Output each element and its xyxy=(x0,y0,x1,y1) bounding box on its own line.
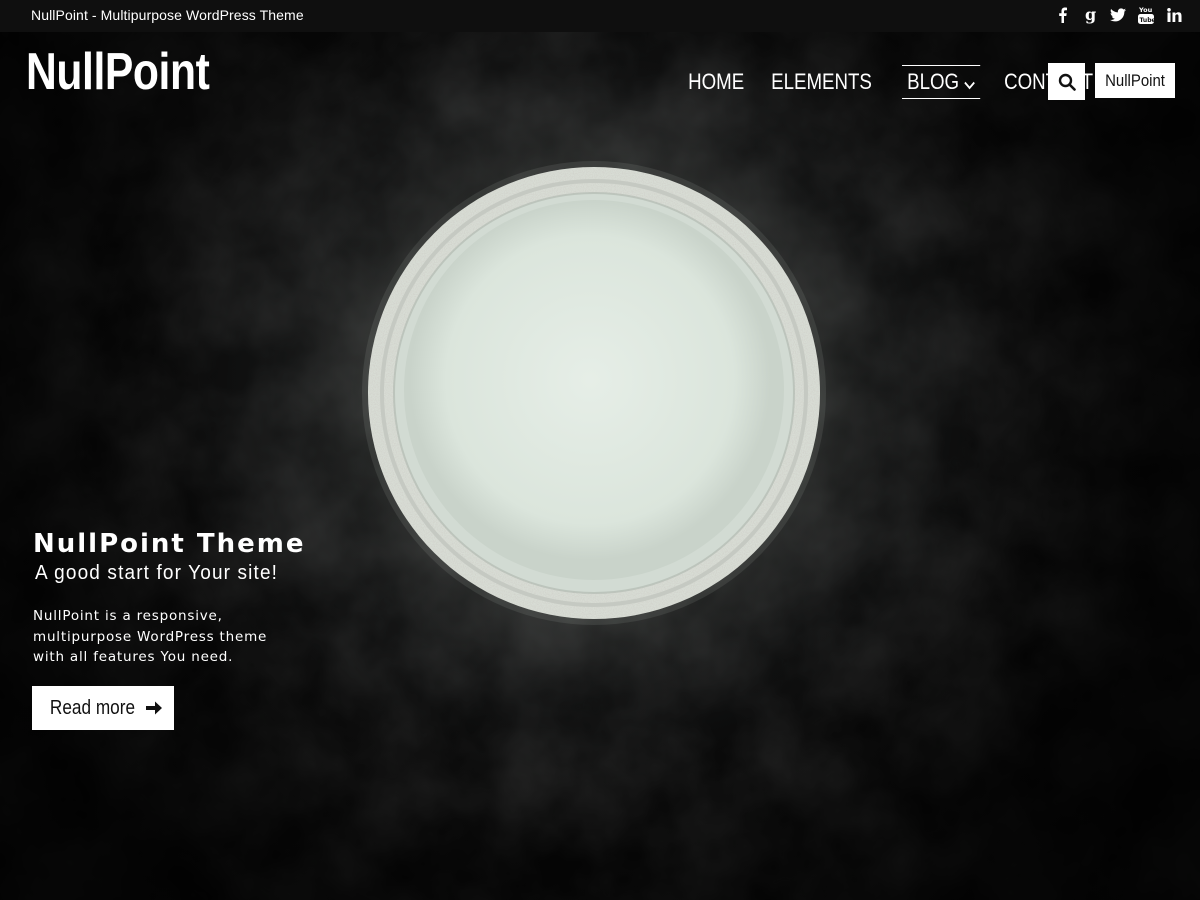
youtube-icon[interactable]: You Tube xyxy=(1138,5,1154,25)
arrow-right-icon xyxy=(145,701,162,715)
top-bar: NullPoint - Multipurpose WordPress Theme… xyxy=(0,0,1200,32)
linkedin-icon[interactable] xyxy=(1166,5,1182,25)
site-tagline: NullPoint - Multipurpose WordPress Theme xyxy=(31,7,304,23)
nav-item-label: HOME xyxy=(688,69,745,94)
nav-item-blog[interactable]: BLOG xyxy=(901,65,980,99)
hero-title: NullPoint Theme xyxy=(33,529,306,559)
nav-item-label: ELEMENTS xyxy=(771,69,872,94)
search-button[interactable] xyxy=(1048,63,1085,100)
google-plus-icon[interactable]: g xyxy=(1082,5,1098,25)
page: NullPoint - Multipurpose WordPress Theme… xyxy=(0,0,1200,900)
nav-item-elements[interactable]: ELEMENTS xyxy=(766,65,877,99)
svg-text:Tube: Tube xyxy=(1140,17,1155,24)
nav-item-label: BLOG xyxy=(906,69,959,94)
svg-text:You: You xyxy=(1138,6,1153,14)
twitter-icon[interactable] xyxy=(1110,5,1126,25)
nullpoint-button-label: NullPoint xyxy=(1105,70,1165,90)
facebook-icon[interactable] xyxy=(1054,5,1070,25)
hero-description: NullPoint is a responsive, multipurpose … xyxy=(33,608,268,665)
read-more-button[interactable]: Read more xyxy=(32,686,174,730)
background-texture xyxy=(0,0,1200,900)
svg-text:g: g xyxy=(1085,7,1096,24)
read-more-label: Read more xyxy=(49,696,136,719)
hero-subtitle: A good start for Your site! xyxy=(35,562,279,584)
site-logo[interactable]: NullPoint xyxy=(26,42,210,102)
search-icon xyxy=(1058,73,1076,91)
nav-item-home[interactable]: HOME xyxy=(683,65,749,99)
nullpoint-button[interactable]: NullPoint xyxy=(1095,63,1175,98)
hero-bowl-image xyxy=(362,161,826,625)
hero-text: NullPoint Theme A good start for Your si… xyxy=(33,528,306,668)
social-links: g You Tube xyxy=(1054,5,1182,25)
chevron-down-icon xyxy=(964,67,975,99)
